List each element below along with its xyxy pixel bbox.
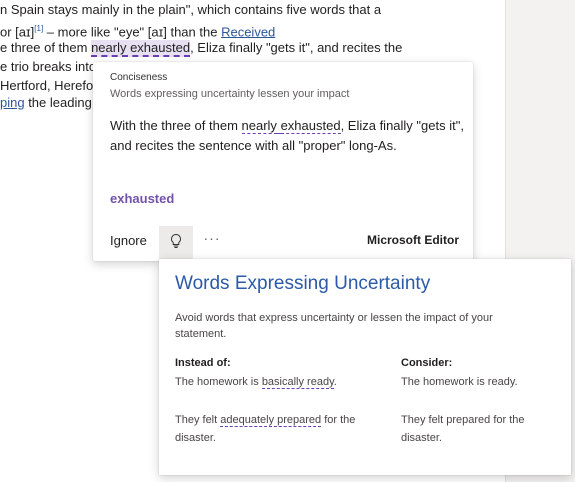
- consider-header: Consider:: [401, 357, 453, 369]
- flagged-word: nearly: [241, 118, 277, 134]
- ignore-button[interactable]: Ignore: [110, 233, 147, 248]
- explanation-description: Avoid words that express uncertainty or …: [175, 312, 493, 340]
- explain-button[interactable]: [159, 226, 193, 260]
- microsoft-editor-brand: Microsoft Editor: [367, 233, 459, 247]
- editor-suggestion-card: Conciseness Words expressing uncertainty…: [93, 62, 473, 261]
- suggestion-button[interactable]: exhausted: [110, 191, 174, 206]
- more-options-button[interactable]: ···: [201, 228, 223, 252]
- lightbulb-icon: [168, 233, 184, 254]
- explanation-card: Words Expressing Uncertainty Avoid words…: [159, 259, 571, 475]
- example-consider: They felt prepared for the disaster.: [401, 414, 525, 444]
- instead-of-header: Instead of:: [175, 357, 231, 369]
- document-line: n Spain stays mainly in the plain", whic…: [0, 2, 382, 17]
- example-instead: The homework is basically ready.: [175, 376, 337, 389]
- flagged-word: exhausted: [280, 118, 341, 134]
- document-line: e trio breaks into: [0, 59, 97, 74]
- footnote-reference[interactable]: [1]: [34, 24, 43, 33]
- issue-description: Words expressing uncertainty lessen your…: [110, 88, 350, 100]
- flagged-phrase[interactable]: nearly exhausted: [91, 40, 191, 57]
- example-instead: They felt adequately prepared for the di…: [175, 414, 356, 444]
- document-line: Hertford, Herefor: [0, 78, 98, 93]
- document-link[interactable]: ping: [0, 95, 25, 110]
- context-sentence: With the three of them nearly exhausted,…: [110, 118, 464, 153]
- explanation-title: Words Expressing Uncertainty: [175, 273, 431, 294]
- received-link[interactable]: Received: [221, 24, 275, 39]
- example-consider: The homework is ready.: [401, 376, 518, 388]
- document-line: e three of them nearly exhausted, Eliza …: [0, 40, 403, 57]
- category-label: Conciseness: [110, 72, 168, 83]
- document-line: ping the leading: [0, 95, 92, 110]
